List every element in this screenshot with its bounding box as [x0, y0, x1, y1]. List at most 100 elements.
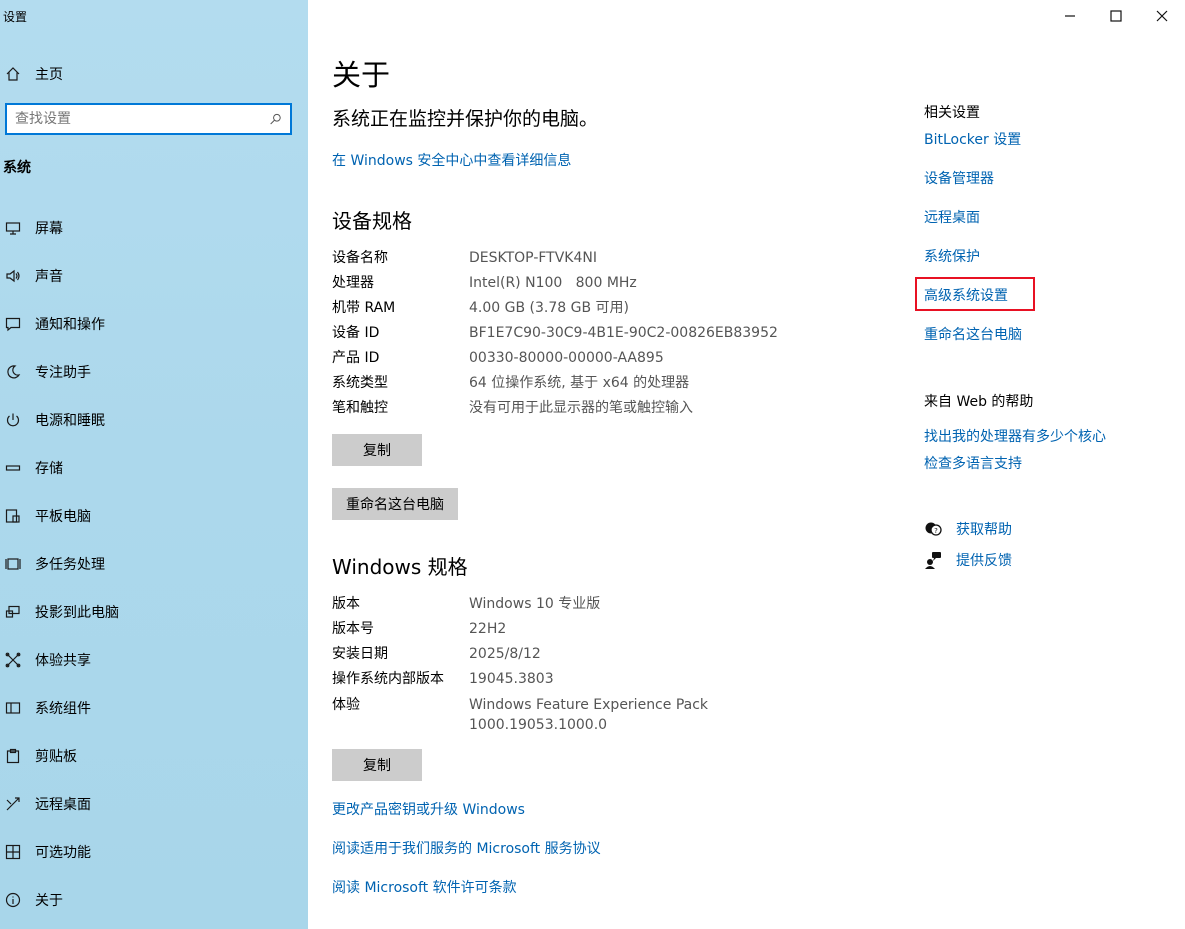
- clipboard-icon: [3, 746, 23, 766]
- page-title: 关于: [332, 58, 391, 92]
- sidebar-item-project[interactable]: 投影到此电脑: [0, 588, 308, 636]
- sidebar-item-display[interactable]: 屏幕: [0, 204, 308, 252]
- spec-key: 处理器: [332, 275, 374, 291]
- sidebar-item-system-components[interactable]: 系统组件: [0, 684, 308, 732]
- spec-value: DESKTOP-FTVK4NI: [469, 250, 597, 266]
- sidebar-item-home[interactable]: 主页: [0, 60, 308, 88]
- rename-pc-button[interactable]: 重命名这台电脑: [332, 488, 458, 520]
- sidebar-item-label: 主页: [35, 67, 63, 83]
- multilanguage-support-link[interactable]: 检查多语言支持: [924, 453, 1022, 473]
- get-help-link[interactable]: 获取帮助: [956, 519, 1012, 539]
- search-input[interactable]: [15, 111, 269, 127]
- storage-icon: [3, 458, 23, 478]
- search-box[interactable]: [5, 103, 292, 135]
- tablet-icon: [3, 506, 23, 526]
- spec-key: 产品 ID: [332, 350, 380, 366]
- sidebar-item-label: 通知和操作: [35, 317, 105, 333]
- device-specs-heading: 设备规格: [332, 209, 412, 233]
- moon-icon: [3, 362, 23, 382]
- bitlocker-settings-link[interactable]: BitLocker 设置: [924, 129, 1021, 149]
- sidebar-item-label: 体验共享: [35, 653, 91, 669]
- speaker-icon: [3, 266, 23, 286]
- spec-row: 系统类型 64 位操作系统, 基于 x64 的处理器: [332, 371, 812, 396]
- sidebar-item-power[interactable]: 电源和睡眠: [0, 396, 308, 444]
- main-content: 关于 系统正在监控并保护你的电脑。 在 Windows 安全中心中查看详细信息 …: [308, 0, 1185, 929]
- sidebar-item-optional-features[interactable]: 可选功能: [0, 828, 308, 876]
- sidebar-item-label: 剪贴板: [35, 749, 77, 765]
- sidebar-item-focus-assist[interactable]: 专注助手: [0, 348, 308, 396]
- spec-key: 设备 ID: [332, 325, 380, 341]
- spec-row: 体验 Windows Feature Experience Pack 1000.…: [332, 692, 812, 735]
- help-chat-icon: ?: [925, 522, 942, 536]
- sidebar-item-storage[interactable]: 存储: [0, 444, 308, 492]
- license-terms-link[interactable]: 阅读 Microsoft 软件许可条款: [332, 877, 517, 897]
- spec-row: 版本号 22H2: [332, 617, 812, 642]
- copy-device-specs-button[interactable]: 复制: [332, 434, 422, 466]
- feedback-link[interactable]: 提供反馈: [956, 550, 1012, 570]
- search-icon[interactable]: [269, 112, 282, 126]
- feedback-row[interactable]: 提供反馈: [924, 550, 1012, 570]
- sidebar-item-label: 声音: [35, 269, 63, 285]
- sidebar-item-label: 多任务处理: [35, 557, 105, 573]
- spec-key: 笔和触控: [332, 400, 388, 416]
- sidebar-section-title: 系统: [3, 160, 31, 176]
- sidebar-item-notifications[interactable]: 通知和操作: [0, 300, 308, 348]
- sidebar: 设置 主页 系统 屏幕 声音 通知和操作 专注助手: [0, 0, 308, 929]
- spec-row: 处理器 Intel(R) N100 800 MHz: [332, 271, 812, 296]
- components-icon: [3, 698, 23, 718]
- maximize-icon: [1110, 10, 1122, 22]
- spec-row: 安装日期 2025/8/12: [332, 642, 812, 667]
- spec-value-line: Windows Feature Experience Pack: [469, 697, 709, 713]
- feedback-icon: [925, 552, 941, 569]
- spec-row: 产品 ID 00330-80000-00000-AA895: [332, 346, 812, 371]
- sidebar-item-label: 专注助手: [35, 365, 91, 381]
- maximize-button[interactable]: [1093, 0, 1139, 32]
- sidebar-item-about[interactable]: 关于: [0, 876, 308, 924]
- features-icon: [3, 842, 23, 862]
- minimize-button[interactable]: [1047, 0, 1093, 32]
- change-product-key-link[interactable]: 更改产品密钥或升级 Windows: [332, 799, 525, 819]
- spec-value: 19045.3803: [469, 671, 554, 687]
- info-icon: [3, 890, 23, 910]
- spec-key: 设备名称: [332, 250, 388, 266]
- sidebar-item-sound[interactable]: 声音: [0, 252, 308, 300]
- web-help-heading: 来自 Web 的帮助: [924, 394, 1034, 410]
- sidebar-item-multitasking[interactable]: 多任务处理: [0, 540, 308, 588]
- sidebar-item-clipboard[interactable]: 剪贴板: [0, 732, 308, 780]
- processor-cores-link[interactable]: 找出我的处理器有多少个核心: [924, 426, 1106, 446]
- spec-row: 操作系统内部版本 19045.3803: [332, 667, 812, 692]
- sidebar-item-shared-experiences[interactable]: 体验共享: [0, 636, 308, 684]
- project-icon: [3, 602, 23, 622]
- windows-specs-table: 版本 Windows 10 专业版 版本号 22H2 安装日期 2025/8/12 操…: [332, 592, 812, 735]
- close-button[interactable]: [1139, 0, 1185, 32]
- spec-value: 22H2: [469, 621, 507, 637]
- sidebar-item-label: 可选功能: [35, 845, 91, 861]
- spec-value: 00330-80000-00000-AA895: [469, 350, 664, 366]
- spec-key: 系统类型: [332, 375, 388, 391]
- window-controls: [1047, 0, 1185, 32]
- spec-value: Windows Feature Experience Pack 1000.190…: [469, 695, 708, 735]
- spec-value: Windows 10 专业版: [469, 596, 601, 612]
- spec-row: 设备名称 DESKTOP-FTVK4NI: [332, 246, 812, 271]
- sidebar-item-label: 远程桌面: [35, 797, 91, 813]
- related-settings-heading: 相关设置: [924, 105, 980, 121]
- copy-windows-specs-button[interactable]: 复制: [332, 749, 422, 781]
- protection-status: 系统正在监控并保护你的电脑。: [332, 108, 599, 130]
- notification-icon: [3, 314, 23, 334]
- spec-key: 操作系统内部版本: [332, 671, 444, 687]
- sidebar-item-remote-desktop[interactable]: 远程桌面: [0, 780, 308, 828]
- spec-value: 4.00 GB (3.78 GB 可用): [469, 300, 629, 316]
- spec-value: 64 位操作系统, 基于 x64 的处理器: [469, 375, 690, 391]
- svg-text:?: ?: [934, 527, 938, 535]
- rename-pc-link[interactable]: 重命名这台电脑: [924, 324, 1022, 344]
- system-protection-link[interactable]: 系统保护: [924, 246, 980, 266]
- advanced-system-settings-link[interactable]: 高级系统设置: [924, 285, 1008, 305]
- device-specs-table: 设备名称 DESKTOP-FTVK4NI 处理器 Intel(R) N100 800…: [332, 246, 812, 421]
- device-manager-link[interactable]: 设备管理器: [924, 168, 994, 188]
- spec-value-line: 1000.19053.1000.0: [469, 717, 608, 733]
- security-center-link[interactable]: 在 Windows 安全中心中查看详细信息: [332, 150, 571, 170]
- service-agreement-link[interactable]: 阅读适用于我们服务的 Microsoft 服务协议: [332, 838, 601, 858]
- get-help-row[interactable]: ? 获取帮助: [924, 519, 1012, 539]
- sidebar-item-tablet[interactable]: 平板电脑: [0, 492, 308, 540]
- remote-desktop-link[interactable]: 远程桌面: [924, 207, 980, 227]
